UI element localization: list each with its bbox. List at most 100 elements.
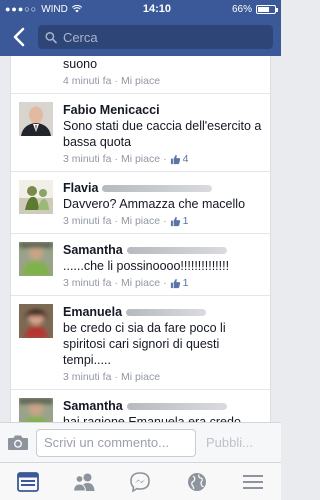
battery-percent: 66% [231,3,252,15]
back-button[interactable] [8,23,30,51]
redacted-surname [126,402,227,410]
like-count[interactable]: 4 [170,153,188,165]
like-count-value: 1 [182,277,189,289]
name-row: Fabio Menicacci [63,102,262,118]
comment-text: be credo ci sia da fare poco li spiritos… [63,321,226,367]
meta-separator: · [114,277,118,289]
avatar[interactable] [19,102,53,136]
comment-meta: 3 minuti fa · Mi piace · 1 [63,215,262,227]
search-input[interactable] [62,29,266,45]
comment-text: Sono stati due caccia dell'esercito a ba… [63,119,262,149]
comment-text: suono [63,57,98,71]
redacted-surname [126,246,227,254]
comment-body: Samantha ......che li possinoooo!!!!!!!!… [63,242,262,289]
tab-messenger[interactable] [120,467,160,497]
comment-time: 3 minuti fa [63,153,112,165]
like-button[interactable]: Mi piace [121,277,160,289]
thumbs-up-icon [170,154,180,164]
camera-button[interactable] [6,431,30,455]
battery-fill [257,6,269,12]
redacted-surname [126,308,207,316]
comment-item: Emanuela be credo ci sia da fare poco li… [11,296,270,390]
avatar[interactable] [19,304,53,338]
status-left: ●●●○○ WIND [5,4,82,15]
comment-composer: Pubbli... [0,422,281,462]
status-right: 66% [231,3,278,15]
meta-separator: · [114,215,118,227]
comment-item: Flavia Davvero? Ammazza che macello 3 mi… [11,172,270,234]
comment-input[interactable] [36,428,196,457]
comment-item: Samantha ......che li possinoooo!!!!!!!!… [11,234,270,296]
like-count[interactable]: 1 [170,215,189,227]
wifi-icon [71,5,82,13]
comment-body: Fabio Menicacci Sono stati due caccia de… [63,102,262,165]
avatar[interactable] [19,180,53,214]
tab-menu[interactable] [233,467,273,497]
avatar-spacer [19,56,53,87]
photo-blurred-red-avatar-icon [19,304,53,338]
like-button[interactable]: Mi piace [121,371,160,383]
name-row: Flavia [63,180,262,196]
author-name[interactable]: Fabio Menicacci [63,103,160,117]
thumbs-up-icon [170,278,180,288]
avatar[interactable] [19,398,53,422]
comment-item: Fabio Menicacci Sono stati due caccia de… [11,94,270,172]
tab-bar [0,462,281,500]
avatar[interactable] [19,242,53,276]
status-bar: ●●●○○ WIND 14:10 66% [0,0,281,18]
like-button[interactable]: Mi piace [121,153,160,165]
comment-time: 4 minuti fa [63,75,112,87]
messenger-icon [130,471,151,493]
meta-separator: · [114,371,118,383]
like-button[interactable]: Mi piace [121,215,160,227]
name-row: Samantha [63,242,262,258]
comment-time: 3 minuti fa [63,371,112,383]
comment-meta: 3 minuti fa · Mi piace · 1 [63,277,262,289]
man-in-suit-avatar-icon [19,102,53,136]
meta-separator: · [114,75,118,87]
friend-requests-icon [73,473,95,491]
tab-friend-requests[interactable] [64,467,104,497]
comment-time: 3 minuti fa [63,215,112,227]
photo-blurred-avatar-icon [19,398,53,422]
search-box[interactable] [38,25,273,49]
chevron-left-icon [13,27,25,47]
comment-meta: 3 minuti fa · Mi piace [63,371,262,383]
globe-notifications-icon [187,472,206,491]
comment-body: Emanuela be credo ci sia da fare poco li… [63,304,262,383]
comments-list[interactable]: suono 4 minuti fa · Mi piace Fabio Menic… [10,56,271,422]
comment-text: hai ragione Emanuela era credo per [63,415,241,422]
comment-body: suono 4 minuti fa · Mi piace [63,56,262,87]
author-name[interactable]: Samantha [63,243,123,257]
thumbs-up-icon [170,216,180,226]
comment-item: Samantha hai ragione Emanuela era credo … [11,390,270,422]
search-icon [45,31,57,43]
author-name[interactable]: Emanuela [63,305,122,319]
comment-text: Davvero? Ammazza che macello [63,197,246,211]
tab-notifications[interactable] [177,467,217,497]
meta-separator: · [163,215,167,227]
meta-separator: · [163,277,167,289]
like-count-value: 1 [182,215,189,227]
like-count[interactable]: 1 [170,277,189,289]
meta-separator: · [114,153,118,165]
comment-meta: 3 minuti fa · Mi piace · 4 [63,153,262,165]
status-time: 14:10 [142,3,171,15]
author-name[interactable]: Flavia [63,181,98,195]
comment-body: Flavia Davvero? Ammazza che macello 3 mi… [63,180,262,227]
tab-news-feed[interactable] [8,467,48,497]
publish-button[interactable]: Pubbli... [202,435,275,450]
comment-item: suono 4 minuti fa · Mi piace [11,56,270,94]
signal-dots-icon: ●●●○○ [5,4,38,14]
redacted-surname [102,184,213,192]
battery-icon [255,4,278,14]
comment-meta: 4 minuti fa · Mi piace [63,75,262,87]
name-row: Samantha [63,398,262,414]
author-name[interactable]: Samantha [63,399,123,413]
meta-separator: · [163,153,167,165]
news-feed-icon [17,471,39,492]
like-button[interactable]: Mi piace [121,75,160,87]
photo-blurred-avatar-icon [19,242,53,276]
nav-bar [0,18,281,56]
comment-body: Samantha hai ragione Emanuela era credo … [63,398,262,422]
